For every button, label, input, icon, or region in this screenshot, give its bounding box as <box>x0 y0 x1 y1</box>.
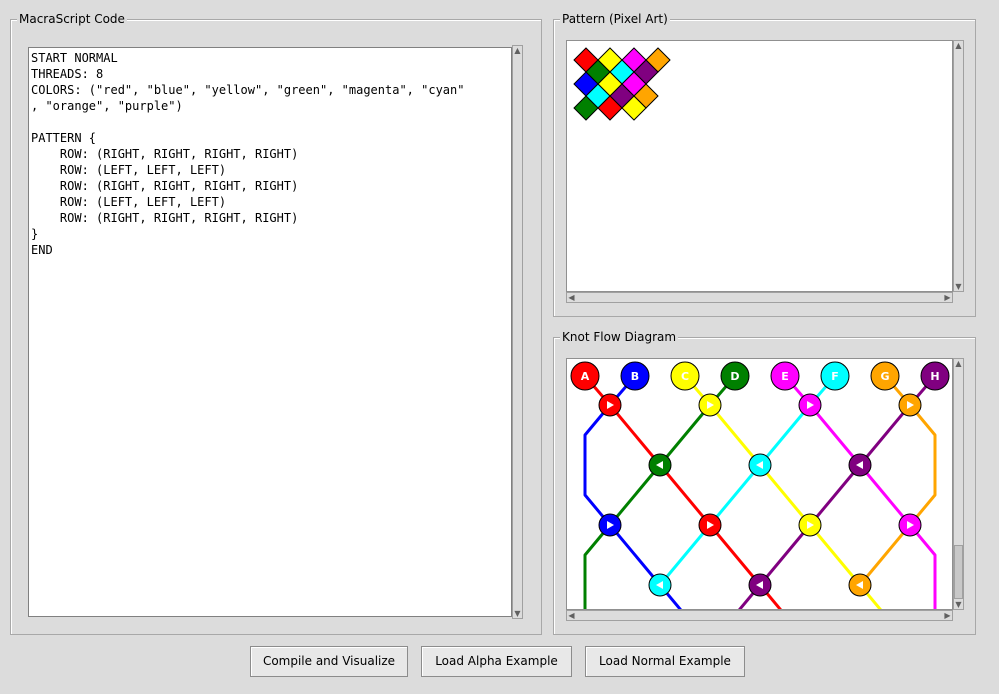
knot-flow-diagram: A B C D E F G H <box>570 361 950 609</box>
scroll-right-icon[interactable]: ▶ <box>943 293 952 302</box>
knot-node <box>598 393 622 417</box>
scroll-down-icon[interactable]: ▼ <box>513 609 522 618</box>
scroll-down-icon[interactable]: ▼ <box>954 282 963 291</box>
pattern-canvas <box>566 40 953 292</box>
knot-node <box>698 393 722 417</box>
thread-line <box>908 524 937 609</box>
thread-label: E <box>781 370 789 383</box>
thread-line <box>583 524 612 609</box>
thread-line <box>858 524 912 586</box>
thread-start-node: D <box>720 361 750 391</box>
knot-node <box>798 513 822 537</box>
thread-line <box>908 404 937 526</box>
knot-node <box>898 513 922 537</box>
pattern-panel: Pattern (Pixel Art) ▲ ▼ ◀ ▶ <box>553 11 976 317</box>
thread-line <box>708 404 762 466</box>
load-alpha-button[interactable]: Load Alpha Example <box>421 646 572 677</box>
thread-line <box>608 464 662 526</box>
thread-start-node: G <box>870 361 900 391</box>
thread-start-node: E <box>770 361 800 391</box>
thread-start-node: B <box>620 361 650 391</box>
pattern-vertical-scrollbar[interactable]: ▲ ▼ <box>953 40 964 292</box>
thread-line <box>808 404 862 466</box>
code-editor[interactable]: START NORMAL THREADS: 8 COLORS: ("red", … <box>28 47 512 617</box>
thread-label: F <box>831 370 839 383</box>
scroll-left-icon[interactable]: ◀ <box>567 293 576 302</box>
thread-label: H <box>930 370 939 383</box>
thread-line <box>858 404 912 466</box>
pattern-horizontal-scrollbar[interactable]: ◀ ▶ <box>566 292 953 303</box>
scroll-up-icon[interactable]: ▲ <box>954 41 963 50</box>
knot-node <box>748 453 772 477</box>
code-text[interactable]: START NORMAL THREADS: 8 COLORS: ("red", … <box>29 48 511 258</box>
knot-node <box>648 573 672 597</box>
scroll-left-icon[interactable]: ◀ <box>567 611 576 620</box>
knot-node <box>898 393 922 417</box>
thread-line <box>758 464 812 526</box>
thread-line <box>808 524 862 586</box>
diagram-horizontal-scrollbar[interactable]: ◀ ▶ <box>566 610 953 621</box>
scrollbar-thumb[interactable] <box>954 545 963 599</box>
pattern-panel-title: Pattern (Pixel Art) <box>560 11 670 27</box>
code-panel: MacraScript Code START NORMAL THREADS: 8… <box>10 11 542 635</box>
thread-start-node: C <box>670 361 700 391</box>
scroll-down-icon[interactable]: ▼ <box>954 600 963 609</box>
pixel-art-pattern <box>573 47 671 121</box>
thread-line <box>608 404 662 466</box>
thread-label: B <box>631 370 639 383</box>
code-vertical-scrollbar[interactable]: ▲ ▼ <box>512 45 523 619</box>
thread-line <box>808 464 862 526</box>
diagram-panel-title: Knot Flow Diagram <box>560 329 679 345</box>
compile-button[interactable]: Compile and Visualize <box>250 646 408 677</box>
knot-node <box>648 453 672 477</box>
thread-line <box>758 404 812 466</box>
thread-label: C <box>681 370 689 383</box>
knot-node <box>848 573 872 597</box>
thread-line <box>658 464 712 526</box>
thread-label: A <box>581 370 590 383</box>
diagram-vertical-scrollbar[interactable]: ▲ ▼ <box>953 358 964 610</box>
knot-node <box>748 573 772 597</box>
thread-line <box>658 404 712 466</box>
scroll-up-icon[interactable]: ▲ <box>954 359 963 368</box>
thread-start-node: H <box>920 361 950 391</box>
thread-circles: A B C D E F G H <box>570 361 950 391</box>
knot-node <box>848 453 872 477</box>
scroll-right-icon[interactable]: ▶ <box>943 611 952 620</box>
thread-line <box>758 524 812 586</box>
diagram-panel: Knot Flow Diagram A B C D E F G H ▲ ▼ ◀ ▶ <box>553 329 976 635</box>
thread-line <box>608 524 662 586</box>
thread-line <box>658 524 712 586</box>
thread-line <box>708 464 762 526</box>
load-normal-button[interactable]: Load Normal Example <box>585 646 745 677</box>
thread-line <box>583 404 612 526</box>
thread-label: G <box>880 370 889 383</box>
scroll-up-icon[interactable]: ▲ <box>513 46 522 55</box>
knot-node <box>798 393 822 417</box>
code-panel-title: MacraScript Code <box>17 11 127 27</box>
thread-line <box>858 464 912 526</box>
thread-line <box>708 524 762 586</box>
knots <box>598 393 922 597</box>
thread-start-node: F <box>820 361 850 391</box>
knot-node <box>598 513 622 537</box>
knot-node <box>698 513 722 537</box>
diagram-canvas: A B C D E F G H <box>566 358 953 610</box>
thread-label: D <box>730 370 739 383</box>
thread-start-node: A <box>570 361 600 391</box>
